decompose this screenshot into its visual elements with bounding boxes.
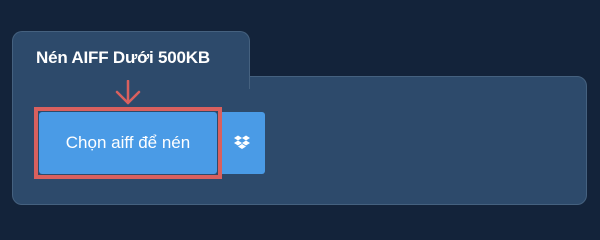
choose-file-label: Chọn aiff để nén (65, 133, 191, 152)
dropbox-button[interactable] (219, 112, 265, 174)
arrow-down-icon (115, 80, 141, 105)
page: Nén AIFF Dưới 500KB Chọn aiff để nén (0, 0, 600, 230)
dropbox-icon (234, 135, 250, 149)
tab-title: Nén AIFF Dưới 500KB (36, 48, 210, 67)
choose-file-button[interactable]: Chọn aiff để nén (39, 112, 217, 174)
